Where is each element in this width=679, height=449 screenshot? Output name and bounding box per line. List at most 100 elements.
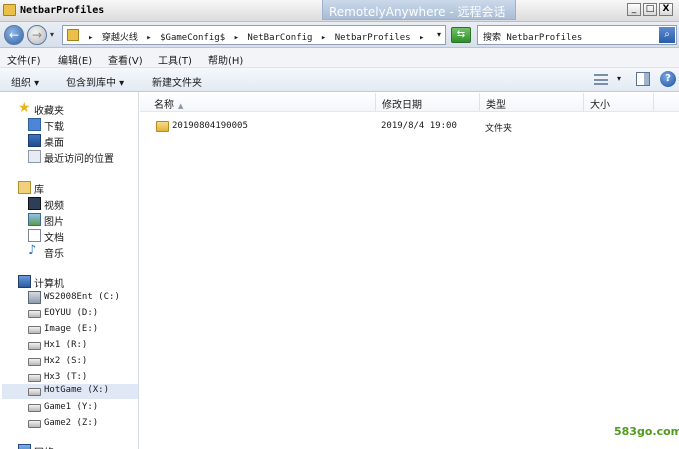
navigation-pane: ★ 收藏夹 下载 桌面 最近访问的位置 库 视频 图片 文档 ♪ 音乐 计算机 … [0, 92, 139, 449]
menu-file[interactable]: 文件(F) [7, 52, 41, 67]
search-icon[interactable]: ⌕ [659, 27, 675, 43]
minimize-button[interactable]: _ [627, 3, 641, 16]
column-header-name[interactable]: 名称 ▲ [148, 93, 376, 111]
organize-button[interactable]: 组织 ▾ [11, 74, 39, 89]
title-bar: NetbarProfiles RemotelyAnywhere - 远程会话 _… [0, 0, 679, 22]
menu-help[interactable]: 帮助(H) [208, 52, 243, 67]
nav-drive-z[interactable]: Game2 (Z:) [28, 416, 138, 432]
nav-drive-d[interactable]: EOYUU (D:) [28, 306, 138, 322]
menu-edit[interactable]: 编辑(E) [58, 52, 92, 67]
breadcrumb-item[interactable]: $GameConfig$ [160, 33, 225, 43]
column-header-modified[interactable]: 修改日期 [376, 93, 480, 111]
nav-item-downloads[interactable]: 下载 [28, 117, 138, 133]
nav-item-videos[interactable]: 视频 [28, 196, 138, 212]
download-folder-icon [28, 118, 41, 131]
nav-favorites[interactable]: ★ 收藏夹 [18, 101, 138, 117]
close-button[interactable]: X [659, 3, 673, 16]
nav-libraries[interactable]: 库 [18, 180, 138, 196]
search-placeholder: 搜索 NetbarProfiles [483, 33, 583, 43]
column-header-type[interactable]: 类型 [480, 93, 584, 111]
file-type: 文件夹 [485, 124, 513, 134]
breadcrumb-item[interactable]: NetBarConfig [247, 33, 312, 43]
library-icon [18, 181, 31, 194]
include-in-library-button[interactable]: 包含到库中 ▾ [66, 74, 124, 89]
menu-bar: 文件(F) 编辑(E) 查看(V) 工具(T) 帮助(H) [0, 48, 679, 68]
nav-computer[interactable]: 计算机 [18, 274, 138, 290]
file-name: 20190804190005 [172, 121, 248, 131]
arrow-left-icon: ← [8, 28, 20, 42]
hard-drive-icon [28, 374, 41, 382]
nav-item-recent-places[interactable]: 最近访问的位置 [28, 149, 138, 165]
chevron-right-icon[interactable]: ▸ [143, 33, 154, 43]
nav-label: 计算机 [34, 279, 64, 290]
document-icon [28, 229, 41, 242]
drive-label: WS2008Ent (C:) [44, 292, 120, 302]
nav-label: 视频 [44, 201, 64, 212]
nav-drive-y[interactable]: Game1 (Y:) [28, 400, 138, 416]
nav-drive-c[interactable]: WS2008Ent (C:) [28, 290, 138, 306]
nav-label: 库 [34, 185, 44, 196]
nav-label: 音乐 [44, 249, 64, 260]
file-modified: 2019/8/4 19:00 [381, 121, 457, 131]
preview-pane-icon[interactable] [636, 72, 650, 86]
view-dropdown[interactable]: ▾ [617, 74, 621, 83]
search-input[interactable]: 搜索 NetbarProfiles ⌕ [477, 25, 677, 45]
drive-label: Game1 (Y:) [44, 402, 99, 412]
history-dropdown[interactable]: ▾ [50, 30, 54, 39]
chevron-right-icon[interactable]: ▸ [416, 33, 427, 43]
nav-network[interactable]: 网络 [18, 443, 138, 449]
refresh-button[interactable]: ⇆ [451, 27, 471, 43]
table-row[interactable]: 20190804190005 2019/8/4 19:00 文件夹 [140, 118, 679, 136]
chevron-right-icon[interactable]: ▸ [85, 33, 96, 43]
column-label: 名称 [154, 100, 174, 111]
nav-label: 桌面 [44, 138, 64, 149]
nav-label: 收藏夹 [34, 106, 64, 117]
column-label: 大小 [590, 100, 610, 111]
chevron-right-icon[interactable]: ▸ [231, 33, 242, 43]
drive-label: Hx1 (R:) [44, 340, 88, 350]
nav-item-music[interactable]: ♪ 音乐 [28, 244, 138, 260]
recent-places-icon [28, 150, 41, 163]
folder-icon [67, 29, 79, 41]
drive-label: Hx3 (T:) [44, 372, 88, 382]
breadcrumb-item[interactable]: 穿越火线 [102, 33, 138, 43]
view-options-icon[interactable] [594, 74, 608, 85]
nav-item-pictures[interactable]: 图片 [28, 212, 138, 228]
nav-item-documents[interactable]: 文档 [28, 228, 138, 244]
nav-drive-e[interactable]: Image (E:) [28, 322, 138, 338]
hard-drive-icon [28, 310, 41, 318]
window-title: NetbarProfiles [20, 5, 105, 16]
site-watermark: 583go.com [614, 425, 679, 438]
column-header-size[interactable]: 大小 [584, 93, 654, 111]
help-icon[interactable]: ? [660, 71, 676, 87]
forward-button[interactable]: → [27, 25, 47, 45]
nav-label: 图片 [44, 217, 64, 228]
drive-label: Image (E:) [44, 324, 99, 334]
hard-drive-icon [28, 326, 41, 334]
nav-label: 文档 [44, 233, 64, 244]
breadcrumb-item[interactable]: NetbarProfiles [335, 33, 411, 43]
address-bar: ← → ▾ ▸ 穿越火线 ▸ $GameConfig$ ▸ NetBarConf… [0, 22, 679, 48]
menu-view[interactable]: 查看(V) [108, 52, 143, 67]
nav-drive-r[interactable]: Hx1 (R:) [28, 338, 138, 354]
folder-icon [156, 121, 169, 132]
column-label: 修改日期 [382, 100, 422, 111]
folder-icon [3, 4, 16, 16]
maximize-button[interactable]: □ [643, 3, 657, 16]
address-field[interactable]: ▸ 穿越火线 ▸ $GameConfig$ ▸ NetBarConfig ▸ N… [62, 25, 446, 45]
new-folder-button[interactable]: 新建文件夹 [152, 74, 202, 89]
system-drive-icon [28, 291, 41, 304]
drive-label: Game2 (Z:) [44, 418, 99, 428]
nav-item-desktop[interactable]: 桌面 [28, 133, 138, 149]
remote-session-banner: RemotelyAnywhere - 远程会话 [322, 0, 516, 20]
nav-drive-x[interactable]: HotGame (X:) [2, 384, 138, 399]
hard-drive-icon [28, 388, 41, 396]
chevron-right-icon[interactable]: ▸ [318, 33, 329, 43]
column-header-row: 名称 ▲ 修改日期 类型 大小 [140, 92, 679, 112]
nav-drive-s[interactable]: Hx2 (S:) [28, 354, 138, 370]
back-button[interactable]: ← [4, 25, 24, 45]
sort-ascending-icon: ▲ [178, 102, 184, 110]
address-dropdown[interactable]: ▾ [437, 30, 441, 39]
menu-tools[interactable]: 工具(T) [158, 52, 192, 67]
hard-drive-icon [28, 420, 41, 428]
